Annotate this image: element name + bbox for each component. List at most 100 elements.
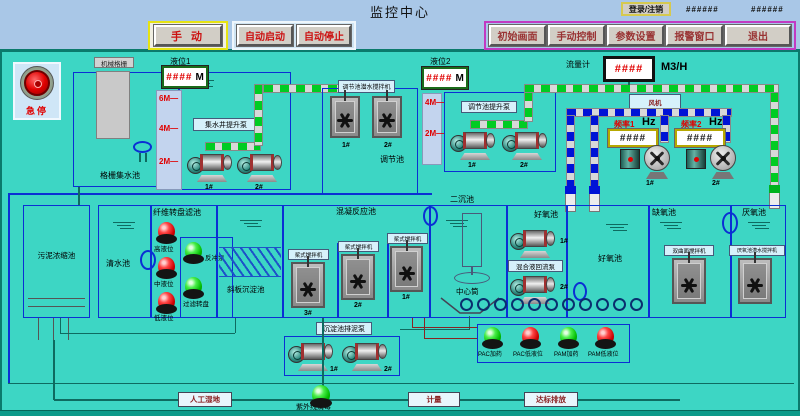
- emergency-stop-button[interactable]: [24, 70, 50, 96]
- sludge-link-v2: [235, 318, 236, 333]
- level2-display: #### M: [422, 67, 468, 89]
- regulating-pump-1-number: 1#: [468, 162, 476, 169]
- paddle-mixer-2-number: 2#: [354, 302, 362, 309]
- grid-sump-label: 格栅集水池: [100, 170, 140, 181]
- auto-start-button[interactable]: 自动启动: [237, 25, 293, 46]
- aeration-bubble: [545, 298, 558, 311]
- discharge-box[interactable]: 达标排放: [524, 392, 578, 407]
- wetland-box[interactable]: 人工湿地: [178, 392, 232, 407]
- paddle-mixer-3[interactable]: [291, 262, 325, 308]
- flowmeter-unit: M3/H: [661, 61, 687, 73]
- nav-alarm-window[interactable]: 报警窗口: [666, 25, 723, 46]
- masked-text-2: ######: [751, 5, 784, 14]
- nav-initial-screen[interactable]: 初始画面: [489, 25, 546, 46]
- mechanical-screen[interactable]: [96, 71, 130, 139]
- blower-2-number: 2#: [712, 180, 720, 187]
- level1-unit: M: [195, 72, 203, 83]
- pump-cap: [378, 344, 387, 359]
- dosing-line-1h: [412, 327, 477, 328]
- center-tube: [462, 213, 482, 267]
- mechanical-screen-label: 机械格栅: [94, 57, 134, 68]
- regulating-pump-2-number: 2#: [520, 162, 528, 169]
- estop-label: 急停: [13, 104, 61, 117]
- paddle-mixer-1-number: 1#: [402, 294, 410, 301]
- aeration-bubble: [613, 298, 626, 311]
- dosing-line-2h: [424, 338, 477, 339]
- sludge-pump-2[interactable]: [342, 341, 388, 371]
- sump-pump-1[interactable]: [187, 152, 233, 182]
- frame-bottom: [0, 410, 800, 416]
- air-riser-1: [660, 115, 669, 143]
- pipe-sump-header: [205, 142, 261, 151]
- return-pump-2-number: 2#: [560, 284, 568, 291]
- anoxic-label: 缺氧池: [652, 207, 676, 218]
- regulating-pump-2[interactable]: [502, 130, 548, 160]
- screen-valve[interactable]: [133, 141, 152, 153]
- pump-cap: [546, 231, 555, 246]
- sludge-pump-1-number: 1#: [330, 366, 338, 373]
- regulating-pump-1[interactable]: [450, 130, 496, 160]
- pump-body: [463, 132, 487, 149]
- sludge-pump-group-label: 沉淀池排泥泵: [316, 322, 372, 335]
- scada-screen: 监控中心 登录/注销 ###### ###### 手 动 自动启动 自动停止 初…: [0, 0, 800, 416]
- regulating-mixer-1[interactable]: [330, 96, 360, 138]
- aeration-bubble: [511, 298, 524, 311]
- return-pump-1[interactable]: [510, 228, 556, 258]
- pac-lowlevel-light: [522, 327, 539, 346]
- anoxic-mixer[interactable]: [672, 258, 706, 304]
- paddle-mixer-2[interactable]: [341, 254, 375, 300]
- water-surface-icon: [240, 220, 262, 228]
- regulating-mixer-1-number: 1#: [342, 142, 350, 149]
- outflow-line: [54, 399, 680, 401]
- tick-2m: 2M—: [159, 157, 178, 166]
- link-sump-sludge: [78, 187, 80, 205]
- regulating-mixer-2[interactable]: [372, 96, 402, 138]
- nav-parameter-settings[interactable]: 参数设置: [607, 25, 664, 46]
- nav-manual-control[interactable]: 手动控制: [548, 25, 605, 46]
- tick2-2m: 2M—: [425, 129, 444, 138]
- flowmeter-display: ####: [603, 56, 655, 82]
- nav-exit[interactable]: 退出: [725, 25, 791, 46]
- regulating-pump-group-label: 调节池提升泵: [461, 101, 517, 113]
- blower-motor: [620, 149, 640, 169]
- clarifier-inlet-valve[interactable]: [423, 206, 438, 226]
- secondary-clarifier-label: 二沉池: [450, 194, 474, 205]
- regulating-mixer-2-number: 2#: [384, 142, 392, 149]
- return-pump-1-number: 1#: [560, 238, 568, 245]
- blower-1[interactable]: [618, 141, 672, 179]
- tick-4m: 4M—: [159, 124, 178, 133]
- pipe-regpump-header: [470, 120, 528, 129]
- plate-settler-label: 斜板沉淀池: [227, 284, 265, 295]
- level2-value: ####: [426, 73, 452, 84]
- manual-button[interactable]: 手 动: [154, 25, 222, 46]
- login-logout-button[interactable]: 登录/注销: [621, 2, 671, 16]
- paddle-mixer-3-number: 3#: [304, 310, 312, 317]
- band-left-line: [8, 193, 10, 383]
- anoxic-anaerobic-valve[interactable]: [722, 212, 738, 234]
- pump-base: [512, 153, 542, 160]
- pump-base: [460, 153, 490, 160]
- paddle-mixer-1[interactable]: [390, 246, 423, 292]
- metering-box[interactable]: 计量: [408, 392, 460, 407]
- pump-cap: [223, 155, 232, 170]
- sludge-pump-1[interactable]: [288, 341, 334, 371]
- dosing-line-2v: [424, 318, 425, 339]
- pam-lowlevel-label: PAM低液位: [588, 349, 619, 358]
- sludge-link-h: [60, 333, 235, 334]
- clarifier-drain-h: [400, 329, 470, 330]
- anaerobic-mixer[interactable]: [738, 258, 772, 304]
- pac-dosing-label: PAC加药: [478, 349, 502, 358]
- auto-stop-button[interactable]: 自动停止: [297, 25, 351, 46]
- sump-pump-2[interactable]: [237, 152, 283, 182]
- fan-icon: [710, 145, 736, 171]
- pipe-sump-riser: [254, 84, 263, 146]
- blower-2[interactable]: [684, 141, 738, 179]
- center-tube-skirt: [454, 272, 490, 284]
- pam-dosing-label: PAM加药: [554, 349, 579, 358]
- backwash-pump-light: [185, 242, 202, 261]
- pump-base: [352, 364, 382, 371]
- sump-pump-group-label: 集水井提升泵: [193, 118, 259, 131]
- outflow-link-uv: [322, 318, 324, 388]
- air-drop-2: [590, 115, 599, 187]
- clearwater-valve[interactable]: [140, 250, 156, 270]
